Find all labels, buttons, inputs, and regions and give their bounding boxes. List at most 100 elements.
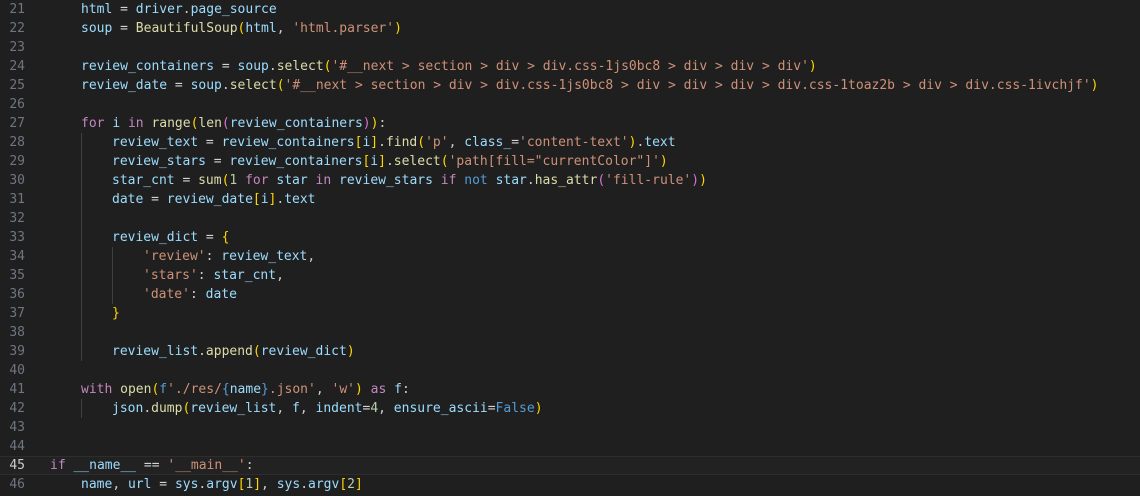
indent-guide [81, 304, 82, 323]
code-token: review_list [190, 401, 277, 416]
code-token: '#__next > section > div > div.css-1js0b… [284, 78, 1091, 93]
line-number: 31 [9, 192, 25, 207]
code-text: review_containers = soup.select('#__next… [81, 57, 817, 76]
line-number: 42 [9, 401, 25, 416]
code-token: indent [315, 401, 363, 416]
code-token: 'p' [425, 135, 449, 150]
code-line[interactable]: 26 [0, 95, 1140, 114]
code-token: name [81, 477, 113, 492]
code-line[interactable]: 39 review_list.append(review_dict) [0, 342, 1140, 361]
code-line[interactable]: 29 review_stars = review_containers[i].se… [0, 152, 1140, 171]
code-token: , [276, 268, 284, 283]
line-number: 34 [9, 249, 25, 264]
code-line[interactable]: 43 [0, 418, 1140, 437]
code-token: ] [354, 477, 363, 492]
code-text: for i in range(len(review_containers)): [81, 114, 386, 133]
line-number: 40 [9, 363, 25, 378]
code-token: = [198, 230, 222, 245]
code-token: False [495, 401, 535, 416]
line-number: 22 [9, 21, 25, 36]
code-line[interactable]: 40 [0, 361, 1140, 380]
code-token: . [378, 135, 386, 150]
code-token: review_date [166, 192, 253, 207]
code-token: . [268, 59, 277, 74]
code-token: . [526, 173, 535, 188]
code-token: open [120, 382, 152, 397]
indent-guide [112, 285, 113, 304]
code-token: : [197, 268, 214, 283]
code-line[interactable]: 32 [0, 209, 1140, 228]
code-token: 'review' [143, 249, 206, 264]
code-token: = [214, 59, 238, 74]
code-token: [ [339, 477, 348, 492]
code-line[interactable]: 36 'date': date [0, 285, 1140, 304]
code-line[interactable]: 28 review_text = review_containers[i].fin… [0, 133, 1140, 152]
code-token: { [221, 382, 230, 397]
code-line[interactable]: 34 'review': review_text, [0, 247, 1140, 266]
code-token: : [401, 382, 410, 397]
code-token: review_text [112, 135, 199, 150]
code-text: } [112, 304, 120, 323]
code-line[interactable]: 46 name, url = sys.argv[1], sys.argv[2] [0, 475, 1140, 494]
line-number: 27 [9, 116, 25, 131]
line-number: 45 [9, 458, 25, 473]
code-text: review_text = review_containers[i].find(… [112, 133, 676, 152]
code-token: select [393, 154, 441, 169]
code-token: ) [808, 59, 817, 74]
indent-guide [112, 247, 113, 266]
code-token: = [174, 173, 199, 188]
code-editor[interactable]: 21 html = driver.page_source 22 soup = Beau… [0, 0, 1140, 496]
code-line[interactable]: 22 soup = BeautifulSoup(html, 'html.parse… [0, 19, 1140, 38]
code-token: ) [534, 401, 543, 416]
code-token: = [167, 78, 191, 93]
code-token: ( [252, 344, 261, 359]
code-line[interactable]: 45 if __name__ == '__main__': [0, 456, 1140, 475]
line-number: 21 [9, 2, 25, 17]
code-line[interactable]: 41 with open(f'./res/{name}.json', 'w') a… [0, 380, 1140, 399]
code-token: class_ [464, 135, 512, 150]
code-text: if __name__ == '__main__': [50, 456, 254, 475]
code-text: json.dump(review_list, f, indent=4, ensu… [112, 399, 543, 418]
code-line[interactable]: 42 json.dump(review_list, f, indent=4, en… [0, 399, 1140, 418]
code-token: , [276, 401, 293, 416]
code-line[interactable]: 37} [0, 304, 1140, 323]
code-text: date = review_date[i].text [112, 190, 316, 209]
code-line[interactable]: 35 'stars': star_cnt, [0, 266, 1140, 285]
code-token: __name__ [73, 458, 137, 473]
code-line[interactable]: 23 [0, 38, 1140, 57]
code-token: ( [417, 135, 426, 150]
code-text: soup = BeautifulSoup(html, 'html.parser'… [81, 19, 402, 38]
code-token: . [198, 344, 206, 359]
code-line[interactable]: 25 review_date = soup.select('#__next > s… [0, 76, 1140, 95]
code-line[interactable]: 21 html = driver.page_source [0, 0, 1140, 19]
code-text: star_cnt = sum(1 for star in review_star… [112, 171, 707, 190]
code-token: html [81, 2, 113, 17]
code-line[interactable]: 38 [0, 323, 1140, 342]
code-token: = [112, 21, 136, 36]
code-token: 'html.parser' [292, 21, 395, 36]
code-token: { [221, 230, 230, 245]
line-number: 30 [9, 173, 25, 188]
code-token: = [487, 401, 496, 416]
code-token: with [81, 382, 113, 397]
code-text: html = driver.page_source [81, 0, 277, 19]
code-line[interactable]: 27 for i in range(len(review_containers))… [0, 114, 1140, 133]
code-token: [ [252, 192, 261, 207]
line-number: 23 [9, 40, 25, 55]
line-number: 39 [9, 344, 25, 359]
code-line[interactable]: 31 date = review_date[i].text [0, 190, 1140, 209]
code-line[interactable]: 44 [0, 437, 1140, 456]
code-token: if [50, 458, 66, 473]
code-line[interactable]: 33 review_dict = { [0, 228, 1140, 247]
code-line[interactable]: 24 review_containers = soup.select('#__ne… [0, 57, 1140, 76]
code-token: len [198, 116, 222, 131]
code-line[interactable]: 30 star_cnt = sum(1 for star in review_st… [0, 171, 1140, 190]
code-token: soup [190, 78, 222, 93]
line-number: 36 [9, 287, 25, 302]
